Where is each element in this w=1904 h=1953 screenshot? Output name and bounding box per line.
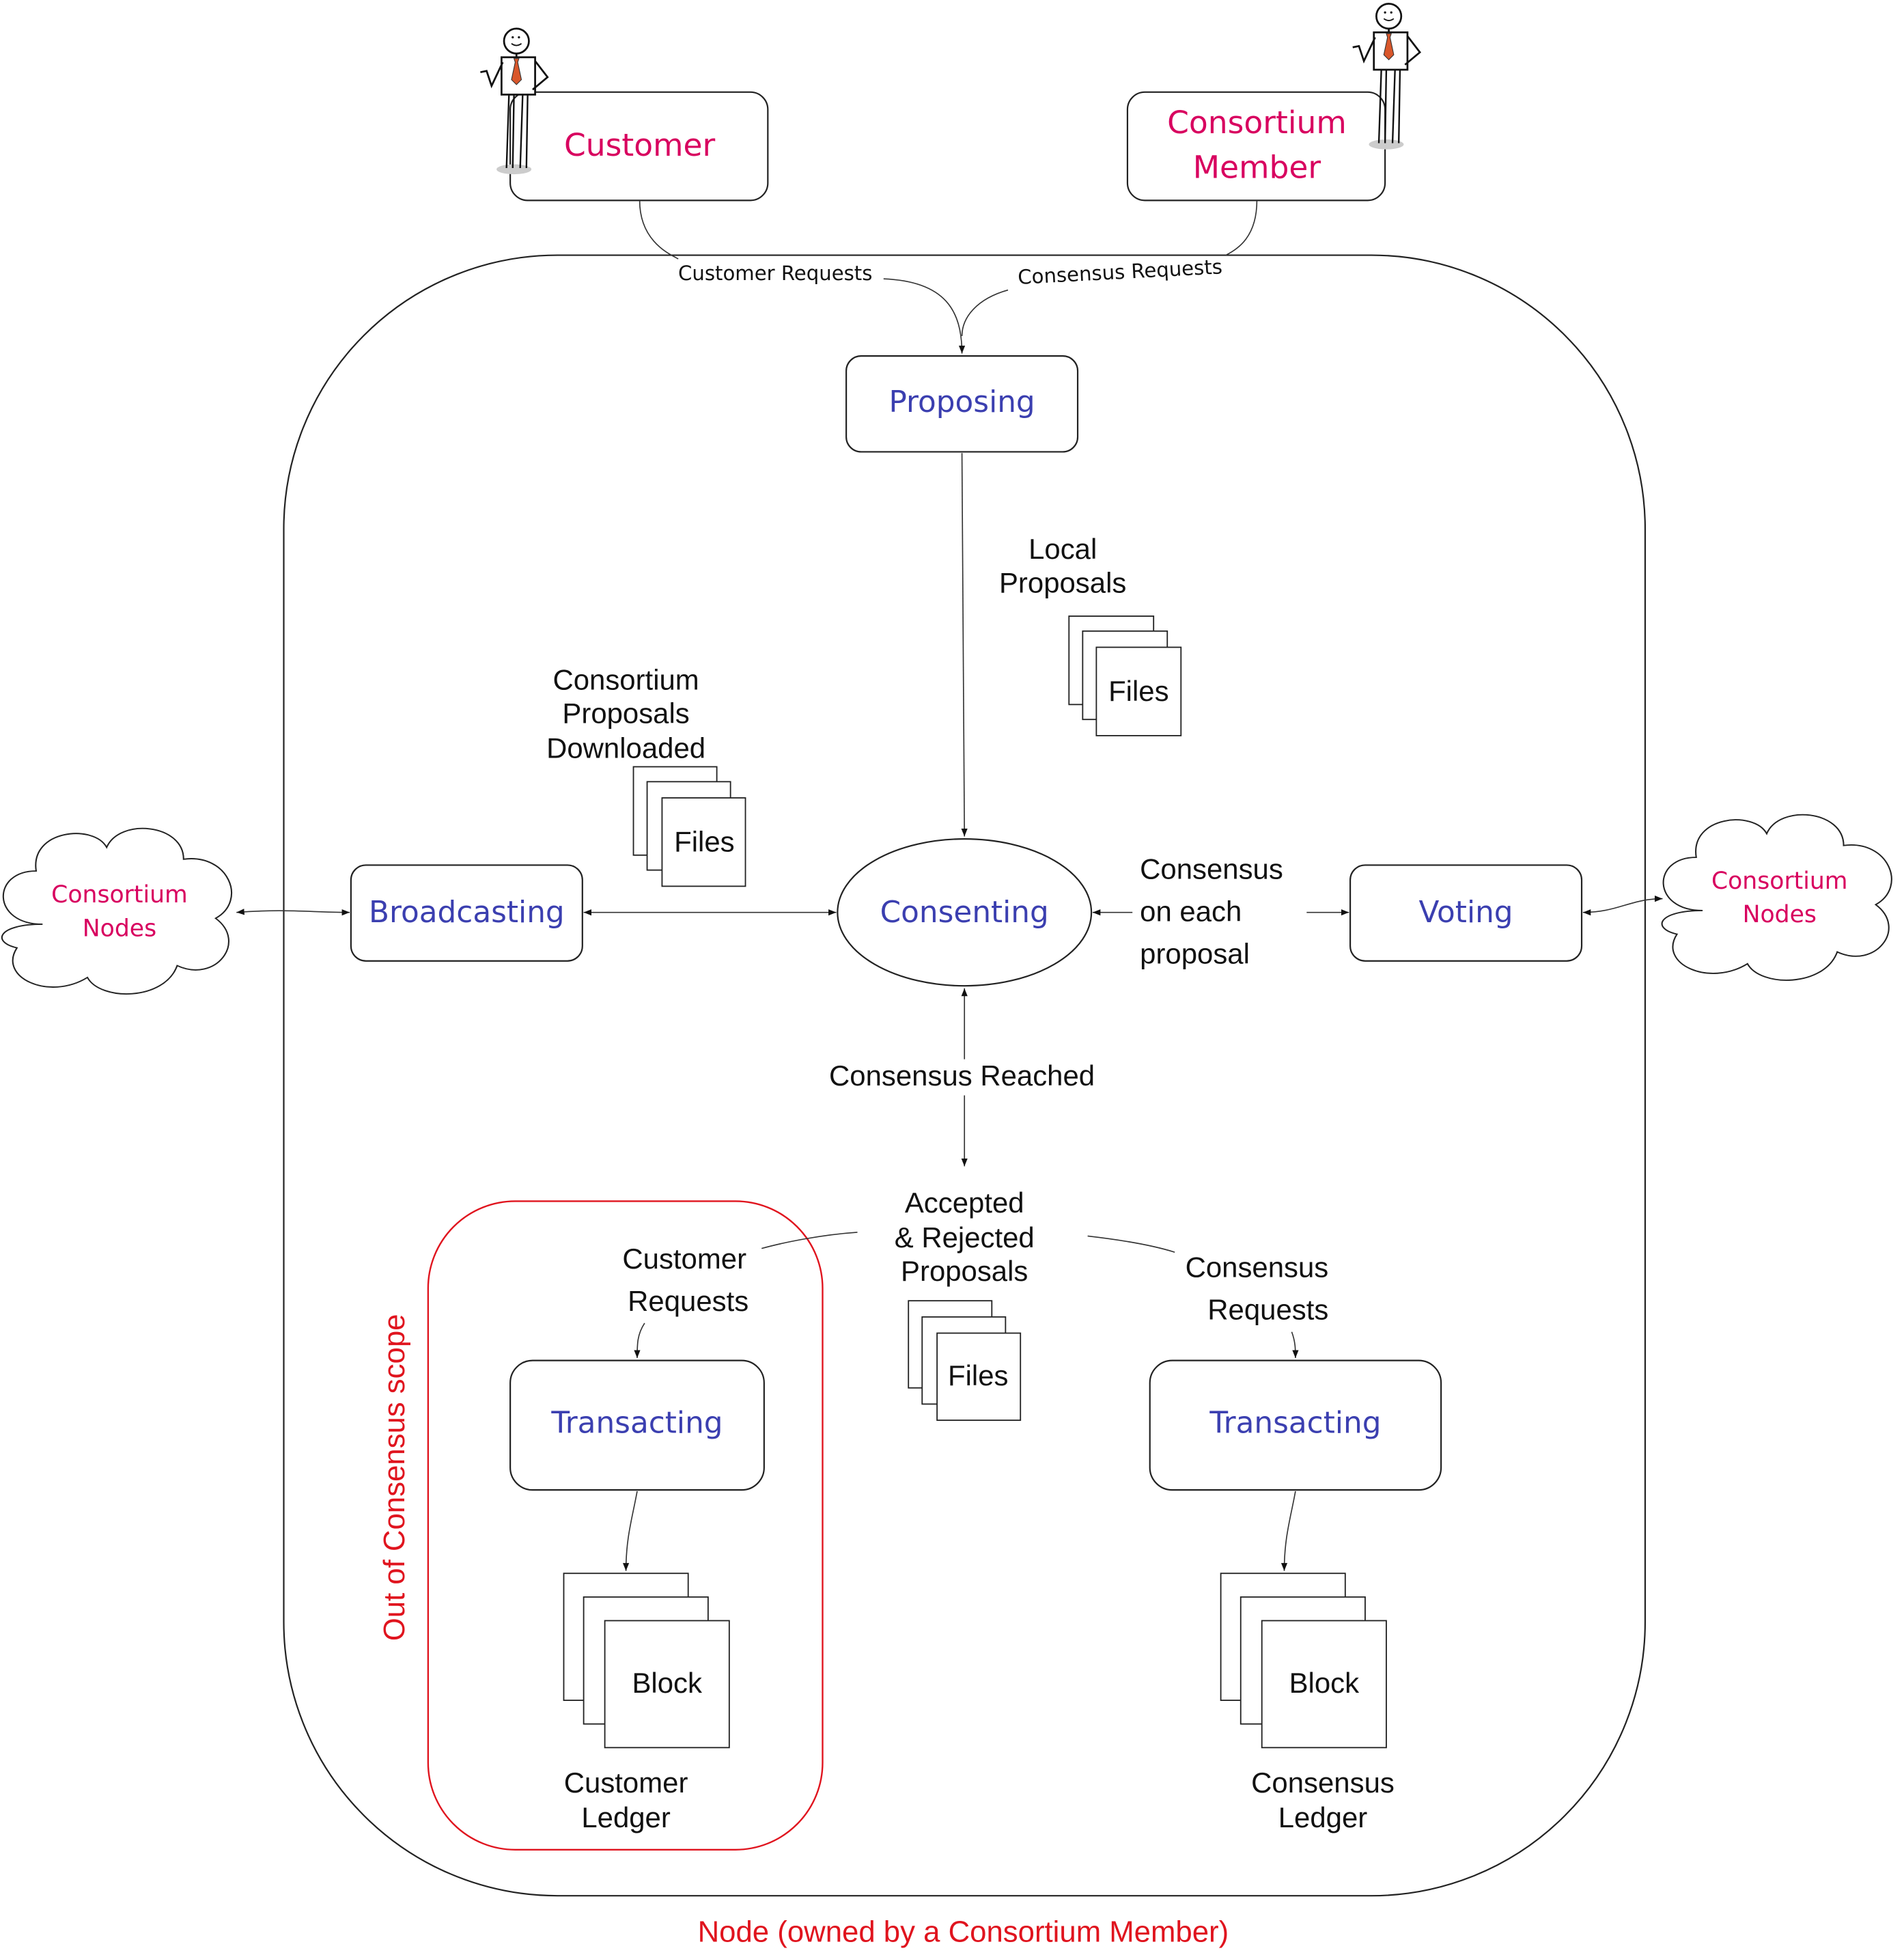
- node-label: Node (owned by a Consortium Member): [698, 1915, 1229, 1949]
- files-label: Files: [674, 825, 734, 857]
- block-label: Block: [1289, 1667, 1360, 1699]
- broadcasting-process[interactable]: Broadcasting: [350, 864, 583, 962]
- consensus-each-label: proposal: [1140, 937, 1250, 969]
- svg-text:Nodes: Nodes: [1743, 901, 1817, 928]
- consortium-proposals-label: Consortium: [552, 663, 699, 695]
- customer-requests-lower-label: Requests: [628, 1285, 748, 1317]
- consensus-ledger-label: Consensus: [1251, 1767, 1395, 1799]
- consensus-requests-label: Consensus Requests: [1017, 255, 1222, 289]
- downloaded-proposals-files: Files: [632, 766, 746, 887]
- accepted-proposals-files: Files: [908, 1300, 1022, 1422]
- customer-ledger-blocks: Block: [563, 1573, 730, 1749]
- consortium-nodes-cloud-right: Consortium Nodes: [1661, 814, 1892, 981]
- consensus-requests-lower-label: Requests: [1207, 1294, 1328, 1326]
- consortium-member-label: Member: [1193, 150, 1321, 186]
- block-label: Block: [632, 1667, 703, 1699]
- consenting-label: Consenting: [880, 895, 1049, 930]
- broadcasting-label: Broadcasting: [369, 895, 565, 930]
- consensus-diagram: Node (owned by a Consortium Member) Cust…: [1, 3, 1892, 1949]
- transacting-customer-process[interactable]: Transacting: [509, 1359, 765, 1491]
- transacting-label: Transacting: [1209, 1405, 1381, 1440]
- svg-text:Consortium: Consortium: [51, 881, 188, 909]
- files-label: Files: [948, 1359, 1008, 1391]
- consensus-reached-label: Consensus Reached: [829, 1059, 1095, 1092]
- consensus-ledger-blocks: Block: [1220, 1573, 1387, 1749]
- transacting-consensus-process[interactable]: Transacting: [1149, 1359, 1442, 1491]
- transacting-label: Transacting: [550, 1405, 723, 1440]
- local-proposals-files: Files: [1068, 615, 1182, 736]
- voting-process[interactable]: Voting: [1349, 864, 1583, 962]
- customer-ledger-label: Ledger: [581, 1801, 671, 1833]
- accepted-rejected-label: Proposals: [901, 1255, 1028, 1287]
- out-of-scope-region: [427, 1200, 824, 1851]
- customer-requests-lower-label: Customer: [622, 1243, 746, 1275]
- consortium-member-actor[interactable]: Consortium Member: [1126, 3, 1421, 202]
- proposing-label: Proposing: [888, 385, 1035, 419]
- customer-requests-label: Customer Requests: [678, 262, 872, 285]
- consortium-nodes-cloud-left: Consortium Nodes: [1, 827, 233, 995]
- consensus-each-label: Consensus: [1140, 853, 1283, 885]
- consensus-ledger-label: Ledger: [1278, 1801, 1368, 1833]
- out-of-scope-label: Out of Consensus scope: [378, 1314, 411, 1642]
- local-proposals-label: Proposals: [999, 566, 1126, 598]
- consortium-member-label: Consortium: [1167, 105, 1347, 141]
- accepted-rejected-label: Accepted: [905, 1187, 1024, 1219]
- local-proposals-label: Local: [1028, 533, 1097, 565]
- customer-ledger-label: Customer: [564, 1767, 688, 1799]
- accepted-rejected-label: & Rejected: [895, 1221, 1035, 1253]
- svg-text:Consortium: Consortium: [1711, 868, 1848, 895]
- customer-actor[interactable]: Customer: [479, 27, 769, 202]
- consortium-proposals-label: Proposals: [562, 697, 689, 730]
- voting-label: Voting: [1419, 895, 1513, 930]
- consensus-each-label: on each: [1140, 895, 1242, 927]
- svg-text:Nodes: Nodes: [83, 915, 156, 942]
- consensus-requests-lower-label: Consensus: [1186, 1251, 1329, 1284]
- consortium-proposals-label: Downloaded: [546, 732, 705, 764]
- proposing-process[interactable]: Proposing: [845, 355, 1079, 453]
- customer-label: Customer: [564, 127, 716, 163]
- files-label: Files: [1108, 675, 1168, 707]
- consenting-process[interactable]: Consenting: [837, 838, 1093, 987]
